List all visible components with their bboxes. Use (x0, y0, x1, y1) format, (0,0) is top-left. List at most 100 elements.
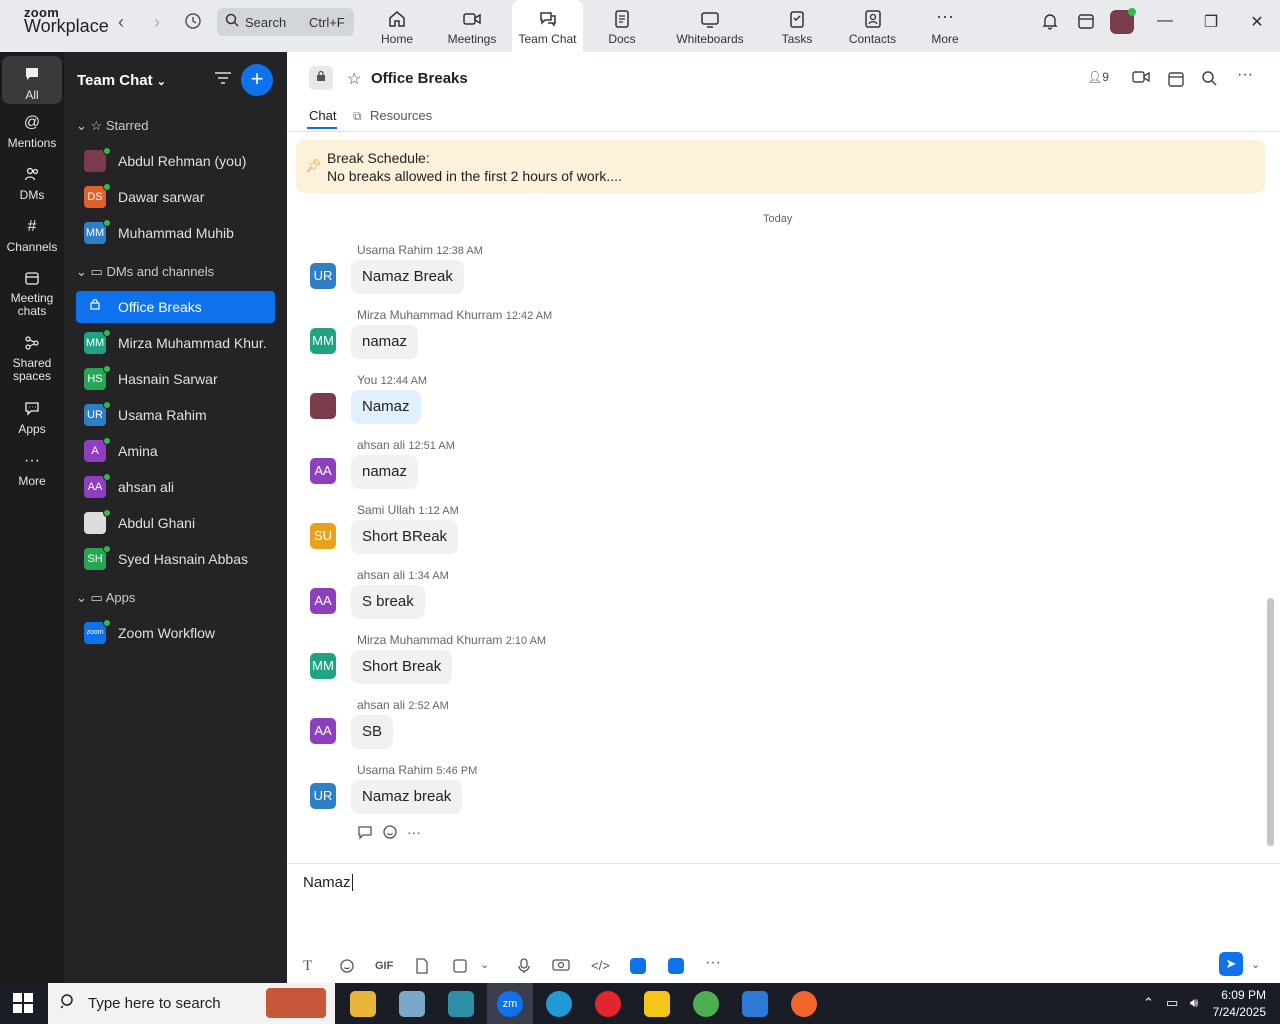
rail-mentions[interactable]: @ Mentions (2, 114, 62, 150)
sender-name[interactable]: You (357, 373, 377, 387)
sidebar-item[interactable]: Abdul Ghani (76, 507, 275, 539)
volume-icon[interactable]: 🔊︎ (1190, 995, 1198, 1011)
sticky-notes-icon[interactable] (644, 991, 670, 1017)
sidebar-item[interactable]: UR Usama Rahim (76, 399, 275, 431)
close-icon[interactable]: ✕ (1245, 12, 1269, 36)
more-icon[interactable]: ··· (407, 824, 421, 840)
sidebar-item[interactable]: MM Muhammad Muhib (76, 217, 275, 249)
sender-name[interactable]: Usama Rahim (357, 243, 433, 257)
message-bubble[interactable]: namaz (351, 325, 419, 359)
message-bubble[interactable]: Namaz break (351, 780, 463, 814)
zoom-taskbar-button[interactable]: zm (487, 983, 533, 1024)
tab-tasks[interactable]: Tasks (775, 0, 819, 52)
rail-shared-spaces[interactable]: Shared spaces (2, 335, 62, 383)
chevron-down-icon[interactable]: ⌄ (1251, 958, 1260, 971)
message-bubble[interactable]: Short BReak (351, 520, 459, 554)
section-dms[interactable]: ⌄ ▭ DMs and channels (76, 264, 214, 280)
opera-icon[interactable] (595, 991, 621, 1017)
firefox-icon[interactable] (791, 991, 817, 1017)
emoji-icon[interactable] (339, 958, 355, 977)
tab-whiteboards[interactable]: Whiteboards (670, 0, 750, 52)
sender-name[interactable]: Sami Ullah (357, 503, 415, 517)
back-arrow-icon[interactable]: ‹ (109, 12, 133, 32)
calendar-icon[interactable] (1074, 12, 1098, 36)
edge-icon[interactable] (546, 991, 572, 1017)
gif-button[interactable]: GIF (375, 960, 393, 972)
tab-chat[interactable]: Chat (309, 108, 336, 123)
rail-meeting-chats[interactable]: Meeting chats (2, 270, 62, 318)
tab-meetings[interactable]: Meetings (441, 0, 503, 52)
channel-title[interactable]: Office Breaks (371, 70, 468, 87)
sender-name[interactable]: Mirza Muhammad Khurram (357, 308, 502, 322)
video-icon[interactable] (1132, 70, 1150, 88)
video-message-icon[interactable] (552, 958, 570, 975)
search-icon[interactable] (1201, 70, 1217, 90)
tab-more[interactable]: ··· More (925, 0, 965, 52)
calendar-icon[interactable] (1167, 70, 1185, 92)
more-icon[interactable]: ··· (705, 954, 721, 972)
bell-icon[interactable] (1038, 12, 1062, 36)
sidebar-item[interactable]: MM Mirza Muhammad Khur... (76, 327, 275, 359)
sender-name[interactable]: ahsan ali (357, 698, 405, 712)
file-explorer-icon[interactable] (350, 991, 376, 1017)
forward-arrow-icon[interactable]: › (145, 12, 169, 32)
avatar[interactable]: UR (310, 263, 336, 289)
new-chat-button[interactable]: + (241, 64, 273, 96)
sidebar-item[interactable]: AA ahsan ali (76, 471, 275, 503)
emoji-reaction-icon[interactable] (382, 824, 398, 843)
tab-team-chat[interactable]: Team Chat (512, 0, 583, 52)
app-icon[interactable] (630, 958, 646, 974)
file-icon[interactable] (415, 958, 429, 977)
rail-dms[interactable]: DMs (2, 166, 62, 202)
star-icon[interactable]: ☆ (347, 69, 361, 89)
network-icon[interactable]: ▭ (1166, 995, 1178, 1011)
rail-apps[interactable]: Apps (2, 400, 62, 436)
taskbar-search[interactable]: Type here to search (48, 983, 335, 1024)
sidebar-item[interactable]: Abdul Rehman (you) (76, 145, 275, 177)
app-icon[interactable] (668, 958, 684, 974)
tab-docs[interactable]: Docs (598, 0, 646, 52)
sidebar-item[interactable]: SH Syed Hasnain Abbas (76, 543, 275, 575)
section-apps[interactable]: ⌄ ▭ Apps (76, 590, 135, 606)
message-bubble[interactable]: Namaz (351, 390, 421, 424)
message-bubble[interactable]: S break (351, 585, 425, 619)
sidebar-item[interactable]: zoom Zoom Workflow (76, 617, 275, 649)
sender-name[interactable]: ahsan ali (357, 568, 405, 582)
tab-contacts[interactable]: Contacts (845, 0, 900, 52)
avatar[interactable]: AA (310, 458, 336, 484)
minimize-icon[interactable]: — (1153, 12, 1177, 36)
sidebar-item[interactable]: DS Dawar sarwar (76, 181, 275, 213)
avatar[interactable]: MM (310, 653, 336, 679)
avatar[interactable]: MM (310, 328, 336, 354)
windows-start-icon[interactable] (13, 993, 33, 1013)
rail-channels[interactable]: # Channels (2, 218, 62, 254)
sender-name[interactable]: Usama Rahim (357, 763, 433, 777)
rail-all[interactable]: All (2, 56, 62, 104)
app-icon[interactable] (399, 991, 425, 1017)
search-bar[interactable]: Search Ctrl+F (217, 8, 354, 36)
format-text-icon[interactable]: T (303, 958, 312, 975)
sidebar-item[interactable]: A Amina (76, 435, 275, 467)
message-input[interactable]: Namaz (303, 874, 353, 891)
sender-name[interactable]: Mirza Muhammad Khurram (357, 633, 502, 647)
message-bubble[interactable]: Namaz Break (351, 260, 464, 294)
screenshot-icon[interactable] (452, 958, 468, 977)
chrome-icon[interactable] (693, 991, 719, 1017)
avatar[interactable] (310, 393, 336, 419)
send-button[interactable]: ➤ (1219, 952, 1243, 976)
sidebar-title[interactable]: Team Chat ⌄ (77, 72, 166, 89)
scrollbar[interactable] (1267, 598, 1274, 846)
history-icon[interactable] (181, 12, 205, 32)
chevron-up-icon[interactable]: ⌃ (1143, 995, 1154, 1011)
avatar[interactable]: SU (310, 523, 336, 549)
tab-home[interactable]: Home (370, 0, 424, 52)
sender-name[interactable]: ahsan ali (357, 438, 405, 452)
avatar[interactable]: AA (310, 588, 336, 614)
message-bubble[interactable]: namaz (351, 455, 419, 489)
sidebar-item-channel[interactable]: Office Breaks (76, 291, 275, 323)
more-icon[interactable]: ··· (1237, 66, 1253, 84)
vscode-icon[interactable] (742, 991, 768, 1017)
pinned-message[interactable]: 📌︎ Break Schedule: No breaks allowed in … (296, 140, 1265, 193)
avatar[interactable]: UR (310, 783, 336, 809)
tab-resources[interactable]: Resources (370, 108, 432, 123)
